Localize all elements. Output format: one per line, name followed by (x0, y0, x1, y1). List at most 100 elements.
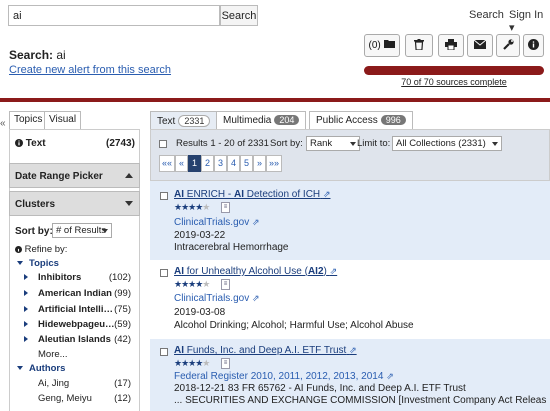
page-button[interactable]: » (253, 155, 266, 172)
tab-topics[interactable]: Topics (9, 111, 48, 129)
topic-item[interactable]: Artificial Intelli… (75) (24, 304, 131, 315)
select-all-checkbox[interactable] (159, 140, 167, 148)
chevron-right-icon (24, 290, 28, 296)
page-button[interactable]: 4 (227, 155, 240, 172)
wrench-icon (502, 39, 514, 50)
result-title-link[interactable]: AI Funds, Inc. and Deep A.I. ETF Trust ⇗ (174, 345, 357, 356)
tab-multimedia[interactable]: Multimedia 204 (216, 111, 307, 129)
page-button[interactable]: 1 (188, 155, 201, 172)
more-topics-link[interactable]: More... (38, 349, 68, 360)
create-alert-link[interactable]: Create new alert from this search (9, 64, 171, 76)
folder-icon (383, 40, 395, 48)
result-source-link[interactable]: Federal Register 2010, 2011, 2012, 2013,… (174, 371, 394, 382)
topic-label: Hidewebpageu… (38, 319, 115, 330)
result-source-link[interactable]: ClinicalTrials.gov ⇗ (174, 293, 260, 304)
limit-to-label: Limit to: (357, 138, 391, 149)
result-checkbox[interactable] (160, 269, 168, 277)
info-button[interactable] (523, 34, 544, 57)
chevron-right-icon (24, 321, 28, 327)
chevron-down-icon (492, 142, 498, 146)
result-title-link[interactable]: AI for Unhealthy Alcohol Use (AI2) ⇗ (174, 266, 337, 277)
authors-group[interactable]: Authors (17, 363, 65, 374)
author-count: (12) (114, 393, 131, 404)
result-item: AI Funds, Inc. and Deep A.I. ETF Trust ⇗… (150, 339, 550, 411)
collapse-sidebar-icon[interactable]: « (0, 118, 6, 129)
topic-count: (42) (114, 334, 131, 345)
date-range-picker-header[interactable]: Date Range Picker (9, 163, 140, 188)
search-button[interactable]: Search (220, 5, 258, 26)
limit-select[interactable]: All Collections (2331) (392, 136, 502, 151)
result-title-part: for Unhealthy Alcohol Use ( (184, 266, 308, 277)
authors-label: Authors (29, 363, 66, 374)
clusters-header[interactable]: Clusters (9, 191, 140, 216)
results-range: Results 1 - 20 of 2331 (176, 138, 269, 149)
tab-public-access[interactable]: Public Access 996 (309, 111, 413, 129)
text-label: Text (25, 138, 46, 149)
delete-button[interactable] (405, 34, 433, 57)
topic-count: (59) (114, 319, 131, 330)
cluster-sort-value: # of Results (56, 225, 107, 236)
result-title-part: ENRICH - (184, 189, 234, 200)
tab-public-access-label: Public Access (316, 115, 378, 126)
chevron-down-icon (17, 261, 23, 265)
result-item: AI ENRICH - AI Detection of ICH ⇗ ★★★★★ … (150, 181, 550, 260)
sort-select[interactable]: Rank (306, 136, 360, 151)
author-item[interactable]: Geng, Meiyu (12) (38, 393, 131, 404)
topic-label: American Indian (38, 288, 112, 299)
cluster-sort-select[interactable]: # of Results (52, 223, 112, 238)
settings-button[interactable] (496, 34, 520, 57)
tab-multimedia-label: Multimedia (223, 115, 272, 126)
topic-item[interactable]: Aleutian Islands (42) (24, 334, 131, 345)
topic-label: Inhibitors (38, 272, 82, 283)
topic-item[interactable]: Hidewebpageu… (59) (24, 319, 131, 330)
page-button[interactable]: 2 (201, 155, 214, 172)
search-summary-label: Search: (9, 48, 54, 62)
sort-value: Rank (310, 138, 333, 149)
sign-in-menu[interactable]: Sign In ▾ (509, 9, 550, 34)
topic-item[interactable]: Inhibitors (102) (24, 272, 131, 283)
result-source-link[interactable]: ClinicalTrials.gov ⇗ (174, 217, 260, 228)
tab-visual[interactable]: Visual (44, 111, 82, 129)
tab-public-access-count: 996 (380, 115, 406, 125)
chevron-down-icon (125, 201, 133, 206)
author-label: Ai, Jing (38, 378, 70, 389)
sources-progress-text[interactable]: 70 of 70 sources complete (364, 77, 544, 87)
topic-count: (75) (114, 304, 131, 315)
search-link[interactable]: Search (469, 9, 504, 21)
author-item[interactable]: Ai, Jing (17) (38, 378, 131, 389)
page-button[interactable]: « (175, 155, 188, 172)
topics-group[interactable]: Topics (17, 258, 59, 269)
result-date: 2019-03-08 (174, 307, 226, 318)
tab-text[interactable]: Text 2331 (150, 111, 218, 129)
text-count-row[interactable]: Text (15, 138, 46, 149)
external-link-icon: ⇗ (252, 217, 260, 227)
result-checkbox[interactable] (160, 192, 168, 200)
result-title-part: AI (174, 345, 184, 356)
page-button[interactable]: 3 (214, 155, 227, 172)
refine-by: Refine by: (15, 244, 67, 255)
tab-text-label: Text (157, 116, 176, 127)
document-icon[interactable]: ≡ (221, 358, 230, 369)
topic-item[interactable]: American Indian (99) (24, 288, 131, 299)
info-icon (15, 246, 22, 253)
chevron-down-icon (102, 229, 108, 233)
result-title-link[interactable]: AI ENRICH - AI Detection of ICH ⇗ (174, 189, 330, 200)
print-button[interactable] (438, 34, 464, 57)
email-button[interactable] (467, 34, 493, 57)
page-button[interactable]: »» (266, 155, 282, 172)
document-icon[interactable]: ≡ (221, 202, 230, 213)
page-button[interactable]: 5 (240, 155, 253, 172)
result-title-part: ) (323, 266, 327, 277)
folder-button[interactable]: (0) (364, 34, 400, 57)
sign-in-label[interactable]: Sign In (509, 9, 543, 21)
folder-count: (0) (368, 40, 381, 51)
header-divider (0, 98, 550, 102)
search-input[interactable] (8, 5, 220, 26)
result-checkbox[interactable] (160, 348, 168, 356)
external-link-icon: ⇗ (386, 371, 394, 381)
result-title-part: AI (234, 189, 244, 200)
page-button[interactable]: «« (159, 155, 175, 172)
document-icon[interactable]: ≡ (221, 279, 230, 290)
chevron-right-icon (24, 336, 28, 342)
result-detail: ... SECURITIES AND EXCHANGE COMMISSION [… (174, 395, 546, 406)
